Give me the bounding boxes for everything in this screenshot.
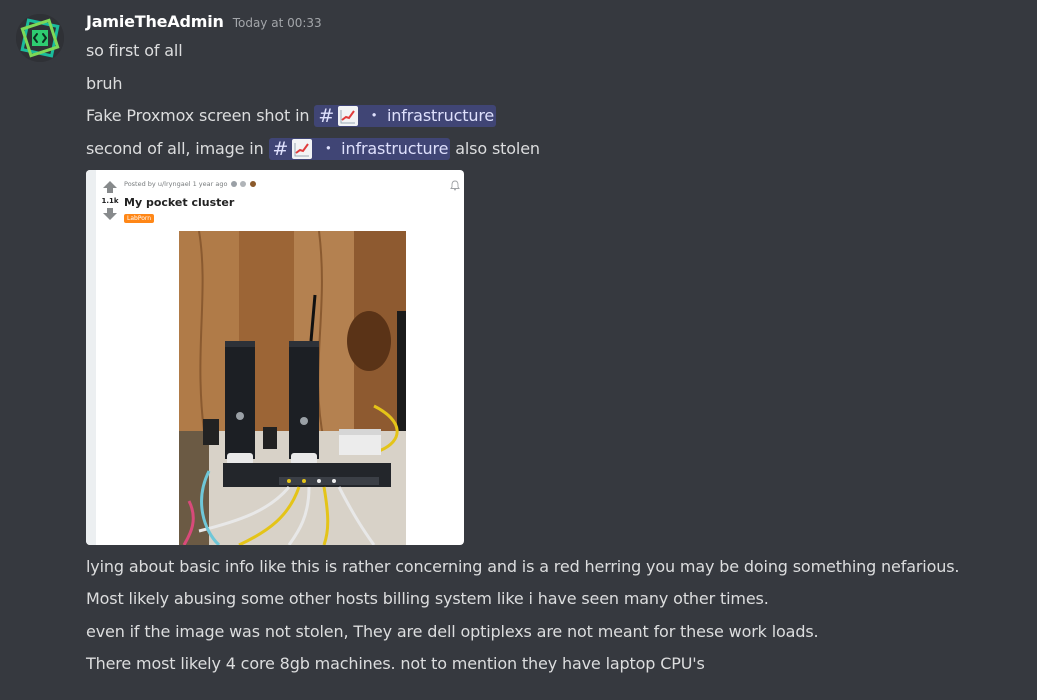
channel-separator: ・	[320, 139, 337, 158]
message-line: lying about basic info like this is rath…	[86, 557, 960, 576]
downvote-arrow-icon	[103, 208, 117, 220]
message-line-with-mention: Fake Proxmox screen shot in # ・ infrastr…	[86, 105, 497, 127]
message-text: Fake Proxmox screen shot in	[86, 106, 310, 125]
awards-icon	[230, 181, 256, 187]
bell-icon	[450, 180, 460, 191]
upvote-arrow-icon	[103, 181, 117, 193]
channel-name: infrastructure	[341, 139, 449, 158]
message-line: so first of all	[86, 41, 183, 60]
chart-increasing-emoji-icon	[292, 139, 313, 159]
cluster-photo	[179, 231, 406, 545]
hash-icon: #	[272, 138, 289, 160]
message-line: Most likely abusing some other hosts bil…	[86, 589, 769, 608]
post-flair: LabPorn	[124, 214, 155, 223]
channel-mention-infrastructure[interactable]: # ・ infrastructure	[314, 105, 497, 127]
message-timestamp[interactable]: Today at 00:33	[233, 16, 322, 30]
hash-icon: #	[318, 105, 335, 127]
vote-count: 1.1k	[101, 197, 119, 205]
channel-separator: ・	[366, 106, 382, 125]
user-avatar[interactable]	[16, 14, 64, 62]
post-title: My pocket cluster	[124, 196, 235, 209]
avatar-logo-icon	[16, 14, 64, 62]
image-attachment[interactable]: 1.1k Posted by u/lryngael 1 year ago My …	[86, 170, 464, 545]
message-line: even if the image was not stolen, They a…	[86, 622, 819, 641]
post-meta-text: Posted by u/lryngael 1 year ago	[124, 180, 228, 188]
message-line: bruh	[86, 74, 123, 93]
vote-column: 1.1k	[96, 178, 124, 224]
message-line-with-mention: second of all, image in # ・ infrastructu…	[86, 138, 540, 160]
channel-name: infrastructure	[386, 106, 495, 125]
channel-mention-infrastructure[interactable]: # ・ infrastructure	[268, 138, 451, 160]
message-text: second of all, image in	[86, 139, 264, 158]
message-text: also stolen	[455, 139, 540, 158]
post-meta: Posted by u/lryngael 1 year ago	[124, 180, 258, 188]
message-line: There most likely 4 core 8gb machines. n…	[86, 654, 705, 673]
chart-increasing-emoji-icon	[338, 106, 359, 126]
reddit-gutter	[86, 170, 96, 545]
author-username[interactable]: JamieTheAdmin	[86, 12, 224, 31]
message-header: JamieTheAdmin Today at 00:33	[86, 12, 322, 36]
